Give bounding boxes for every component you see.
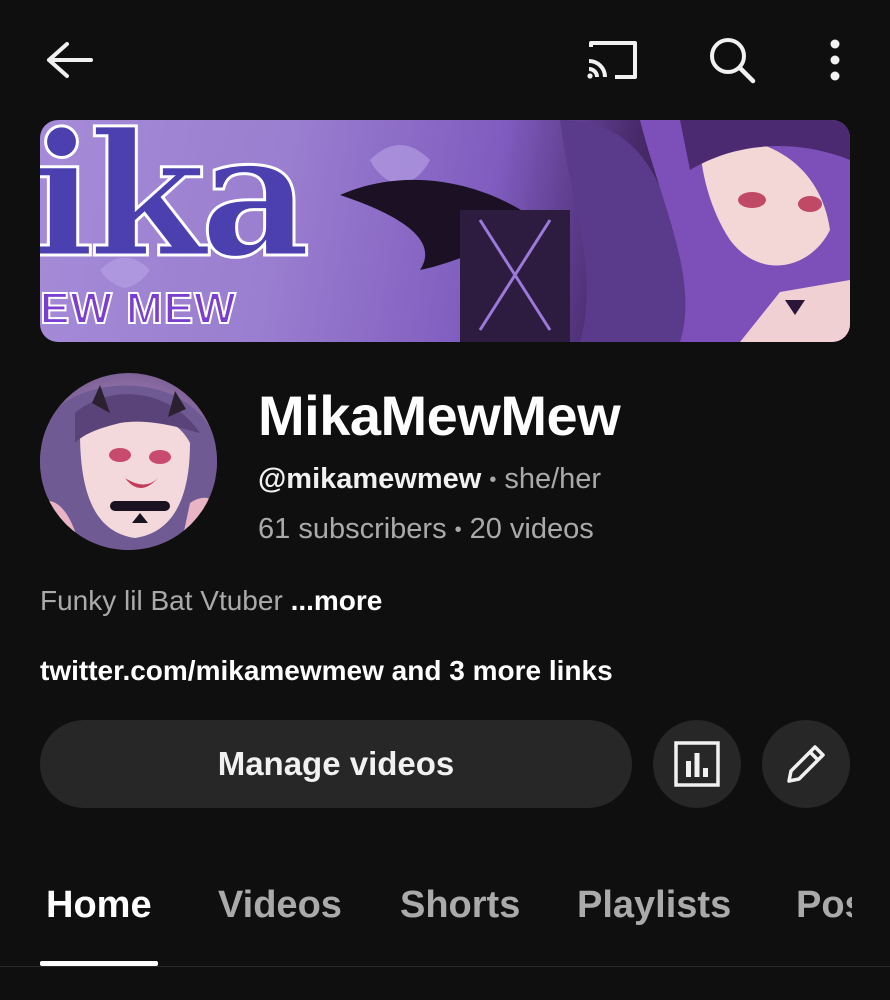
pencil-icon [787,745,825,783]
back-button[interactable] [40,36,96,84]
channel-name: MikaMewMew [258,384,621,447]
arrow-left-icon [47,42,93,78]
tabs-divider [0,966,890,967]
separator-dot: • [489,468,497,491]
banner-logo-text: ika [40,120,312,298]
channel-avatar[interactable] [40,373,217,550]
top-app-bar [0,0,890,120]
channel-pronouns: she/her [504,463,602,495]
more-link[interactable]: ...more [291,585,383,616]
channel-banner: ika EW MEW [40,120,850,342]
edit-channel-button[interactable] [762,720,850,808]
tab-home[interactable]: Home [46,884,152,927]
analytics-button[interactable] [653,720,741,808]
channel-handle-line: @mikamewmew • she/her [258,463,601,496]
banner-logo-subtitle: EW MEW [40,283,237,334]
manage-videos-button[interactable]: Manage videos [40,720,632,808]
channel-stats: 61 subscribers • 20 videos [258,513,594,546]
tab-posts[interactable]: Posts [796,884,852,927]
search-button[interactable] [704,34,760,86]
separator-dot: • [454,518,462,541]
channel-tabs: Home Videos Shorts Playlists Posts [0,860,890,966]
subscriber-count: 61 subscribers [258,513,447,545]
channel-handle: @mikamewmew [258,463,482,495]
channel-description[interactable]: Funky lil Bat Vtuber ...more [40,585,382,617]
search-icon [710,38,756,84]
cast-button[interactable] [582,36,642,84]
tab-videos[interactable]: Videos [218,884,342,927]
tab-posts-clip: Posts [796,884,852,944]
tab-shorts[interactable]: Shorts [400,884,520,927]
more-vertical-icon [830,39,840,81]
cast-icon [587,41,637,79]
description-text: Funky lil Bat Vtuber [40,585,283,616]
analytics-icon [674,741,720,787]
video-count: 20 videos [469,513,594,545]
more-options-button[interactable] [812,34,858,86]
avatar-illustration [40,385,217,550]
channel-links[interactable]: twitter.com/mikamewmew and 3 more links [40,655,613,687]
tab-playlists[interactable]: Playlists [577,884,731,927]
